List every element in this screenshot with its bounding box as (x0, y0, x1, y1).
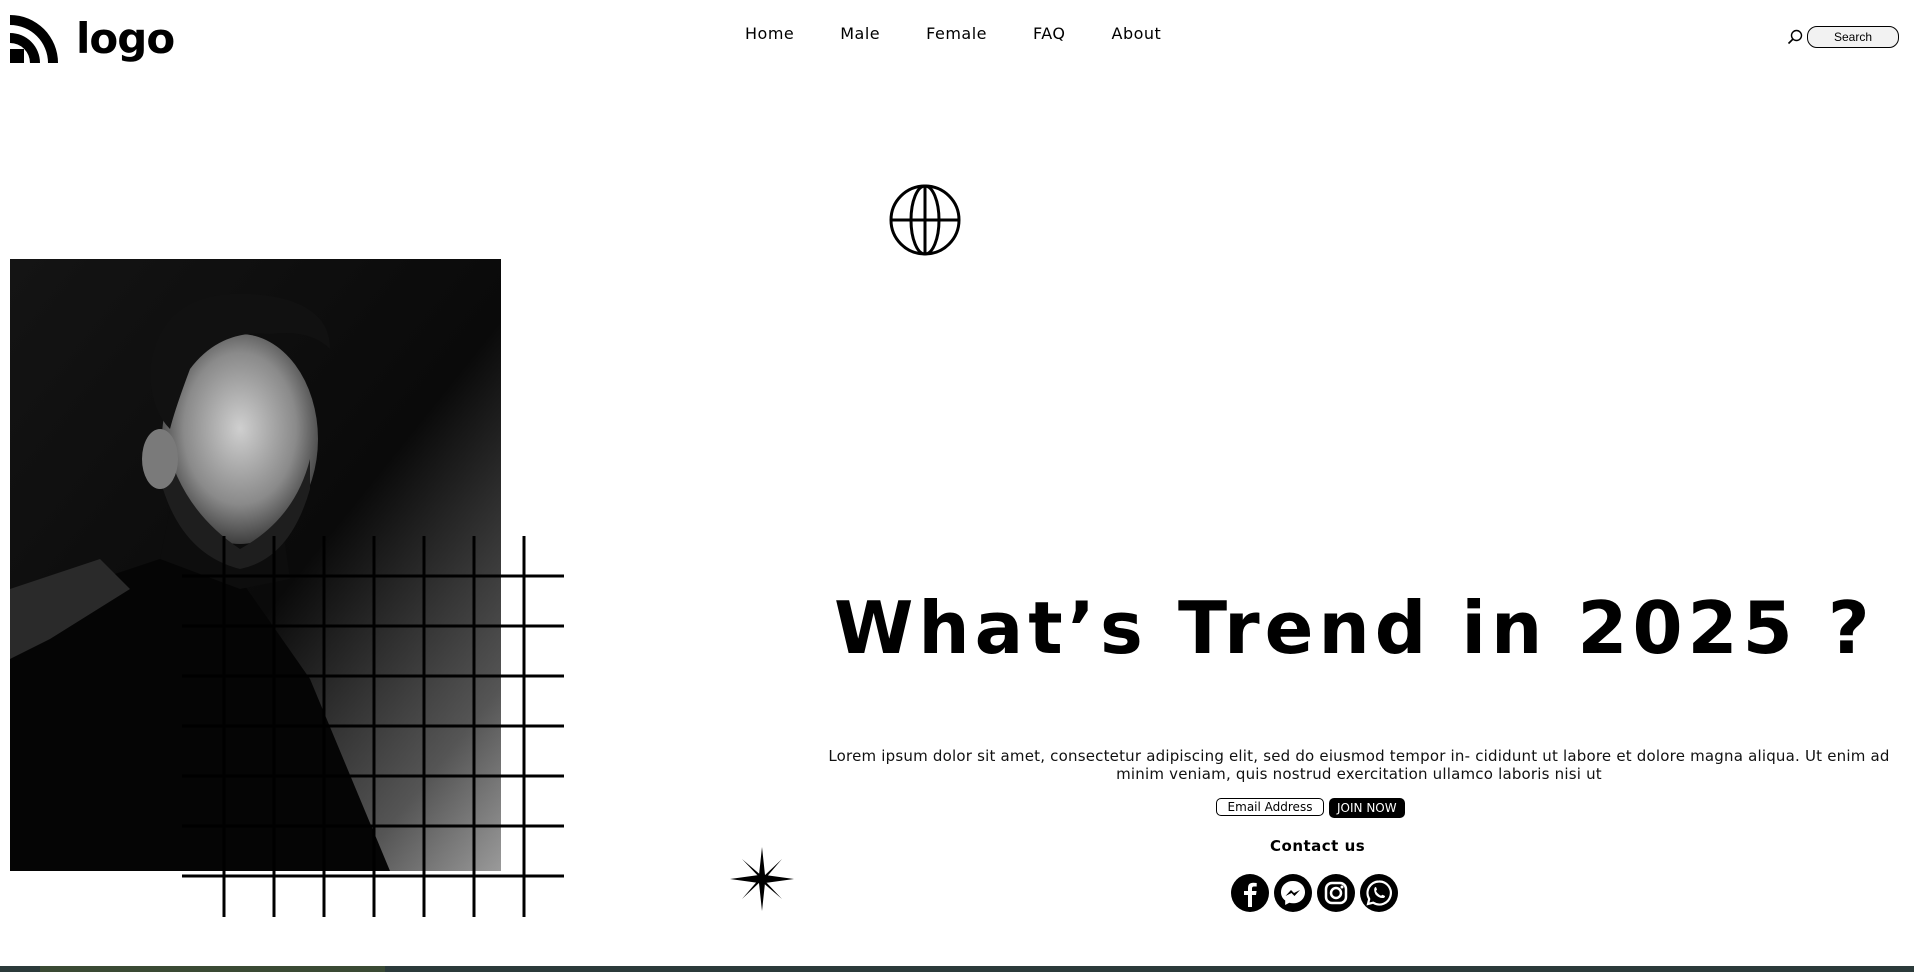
globe-icon (889, 184, 961, 256)
nav-female[interactable]: Female (926, 24, 987, 43)
sparkle-icon (730, 847, 794, 911)
social-links (1231, 874, 1398, 912)
nav-home[interactable]: Home (745, 24, 794, 43)
facebook-icon[interactable] (1231, 874, 1269, 912)
logo-mark-icon (10, 15, 58, 63)
join-now-button[interactable]: JOIN NOW (1329, 798, 1405, 818)
main-nav: Home Male Female FAQ About (745, 24, 1161, 43)
search-button[interactable]: Search (1807, 26, 1899, 48)
signup-form: Email Address JOIN NOW (1216, 798, 1405, 818)
email-field[interactable]: Email Address (1216, 798, 1324, 816)
nav-faq[interactable]: FAQ (1033, 24, 1066, 43)
whatsapp-icon[interactable] (1360, 874, 1398, 912)
search-icon[interactable] (1787, 29, 1803, 45)
search-area: Search (1787, 26, 1899, 48)
logo[interactable]: logo (10, 12, 175, 66)
nav-about[interactable]: About (1112, 24, 1162, 43)
bottom-bar (0, 966, 1914, 972)
hero-headline: What’s Trend in 2025 ? (834, 586, 1875, 670)
nav-male[interactable]: Male (840, 24, 880, 43)
hero-description: Lorem ipsum dolor sit amet, consectetur … (828, 747, 1890, 783)
decorative-grid (182, 536, 564, 917)
logo-text: logo (76, 14, 175, 63)
messenger-icon[interactable] (1274, 874, 1312, 912)
contact-heading: Contact us (1270, 837, 1366, 855)
instagram-icon[interactable] (1317, 874, 1355, 912)
